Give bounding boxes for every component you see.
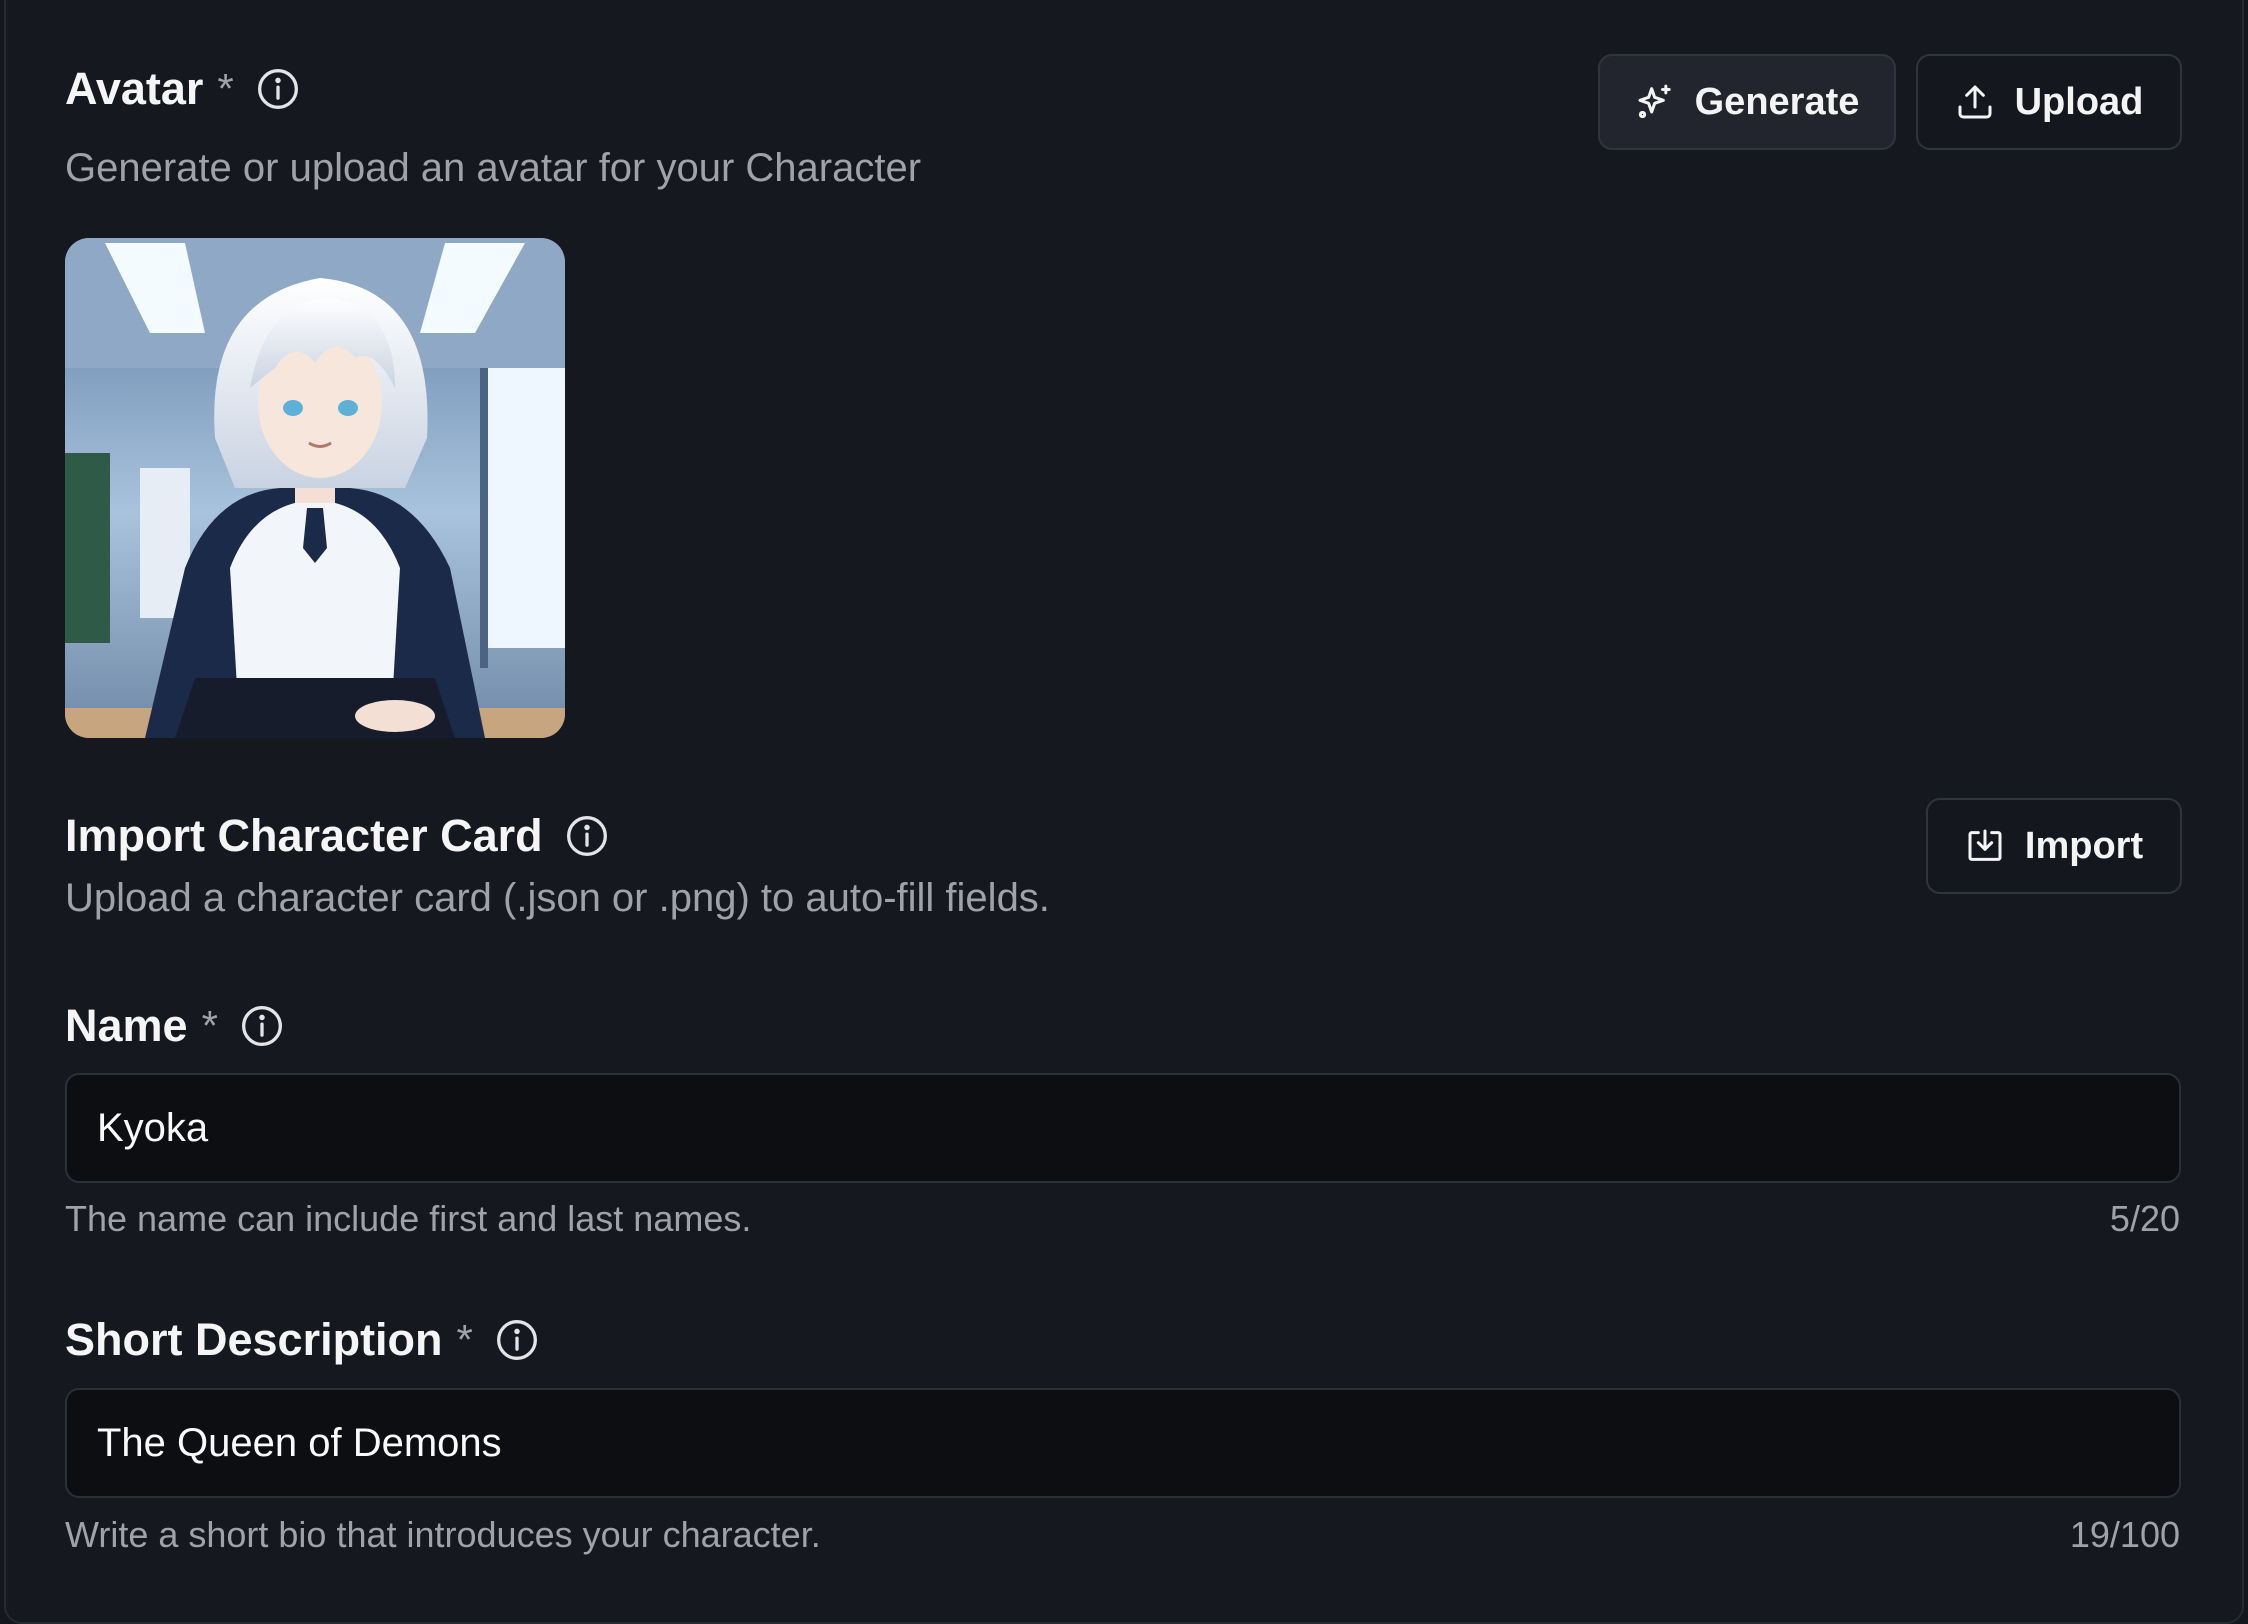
short-description-input[interactable]: The Queen of Demons bbox=[65, 1388, 2181, 1498]
sparkles-icon bbox=[1638, 84, 1671, 119]
name-label-row: Name * bbox=[65, 1003, 284, 1048]
avatar-image bbox=[65, 238, 565, 738]
avatar-label-row: Avatar * bbox=[65, 66, 300, 111]
generate-button[interactable]: Generate bbox=[1598, 54, 1896, 150]
info-icon[interactable] bbox=[495, 1318, 539, 1362]
generate-label: Generate bbox=[1694, 80, 1860, 123]
name-input[interactable]: Kyoka bbox=[65, 1073, 2181, 1183]
name-char-counter: 5/20 bbox=[2109, 1198, 2180, 1239]
info-icon[interactable] bbox=[565, 814, 609, 858]
import-label-row: Import Character Card bbox=[65, 813, 609, 858]
upload-label: Upload bbox=[2014, 80, 2144, 123]
name-label: Name bbox=[65, 1000, 188, 1051]
required-mark: * bbox=[456, 1315, 473, 1363]
name-input-value: Kyoka bbox=[97, 1105, 209, 1150]
import-label: Import Character Card bbox=[65, 810, 543, 861]
info-icon[interactable] bbox=[256, 67, 300, 111]
avatar-label: Avatar bbox=[65, 63, 204, 114]
import-description: Upload a character card (.json or .png) … bbox=[65, 876, 1050, 920]
short-description-char-counter: 19/100 bbox=[2069, 1514, 2180, 1555]
import-button-label: Import bbox=[2024, 824, 2144, 867]
short-description-input-value: The Queen of Demons bbox=[97, 1420, 502, 1465]
avatar-description: Generate or upload an avatar for your Ch… bbox=[65, 146, 922, 190]
name-helper-text: The name can include first and last name… bbox=[65, 1198, 752, 1239]
short-description-helper-text: Write a short bio that introduces your c… bbox=[65, 1514, 821, 1555]
import-icon bbox=[1968, 829, 2002, 861]
upload-icon bbox=[1958, 85, 1992, 119]
short-description-label-row: Short Description * bbox=[65, 1317, 539, 1362]
required-mark: * bbox=[217, 64, 234, 112]
import-button[interactable]: Import bbox=[1926, 798, 2182, 894]
upload-button[interactable]: Upload bbox=[1916, 54, 2182, 150]
short-description-label: Short Description bbox=[65, 1314, 443, 1365]
required-mark: * bbox=[201, 1001, 218, 1049]
info-icon[interactable] bbox=[240, 1004, 284, 1048]
